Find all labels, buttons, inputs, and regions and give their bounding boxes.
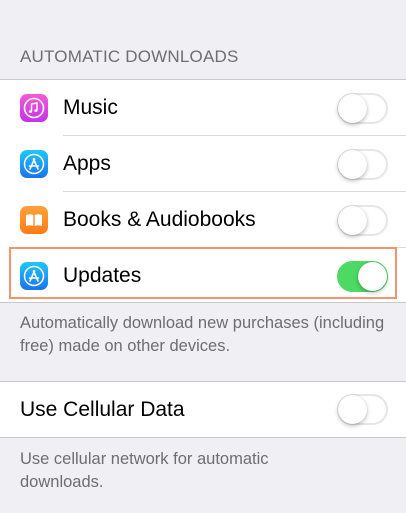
- row-label-music: Music: [63, 96, 118, 119]
- apps-toggle[interactable]: [337, 149, 388, 180]
- auto-download-footer-text: Automatically download new purchases (in…: [20, 314, 385, 355]
- row-label-updates: Updates: [63, 264, 142, 287]
- music-icon: [20, 94, 48, 122]
- cellular-group: Use Cellular Data: [0, 381, 406, 438]
- automatic-downloads-settings-screen: AUTOMATIC DOWNLOADS Music Apps Books & A…: [0, 0, 406, 513]
- toggle-knob: [338, 206, 367, 235]
- row-updates: Updates: [0, 248, 406, 304]
- row-music: Music: [0, 80, 406, 136]
- toggle-knob: [338, 94, 367, 123]
- row-label-cellular-data: Use Cellular Data: [20, 398, 185, 421]
- row-label-books: Books & Audiobooks: [63, 208, 256, 231]
- row-books: Books & Audiobooks: [0, 192, 406, 248]
- row-cellular-data: Use Cellular Data: [0, 382, 406, 437]
- books-icon: [20, 206, 48, 234]
- updates-toggle[interactable]: [337, 261, 388, 292]
- toggle-knob: [338, 150, 367, 179]
- books-toggle[interactable]: [337, 205, 388, 236]
- app-store-icon: [20, 150, 48, 178]
- row-apps: Apps: [0, 136, 406, 192]
- automatic-downloads-group: Music Apps Books & Audiobooks Updates: [0, 79, 406, 303]
- toggle-knob: [338, 395, 367, 424]
- cellular-footer-text: Use cellular network for automatic downl…: [20, 450, 269, 491]
- row-label-apps: Apps: [63, 152, 111, 175]
- cellular-data-toggle[interactable]: [337, 394, 388, 425]
- music-toggle[interactable]: [337, 93, 388, 124]
- section-header-automatic-downloads: AUTOMATIC DOWNLOADS: [20, 47, 239, 66]
- toggle-knob: [358, 262, 387, 291]
- app-store-icon: [20, 262, 48, 290]
